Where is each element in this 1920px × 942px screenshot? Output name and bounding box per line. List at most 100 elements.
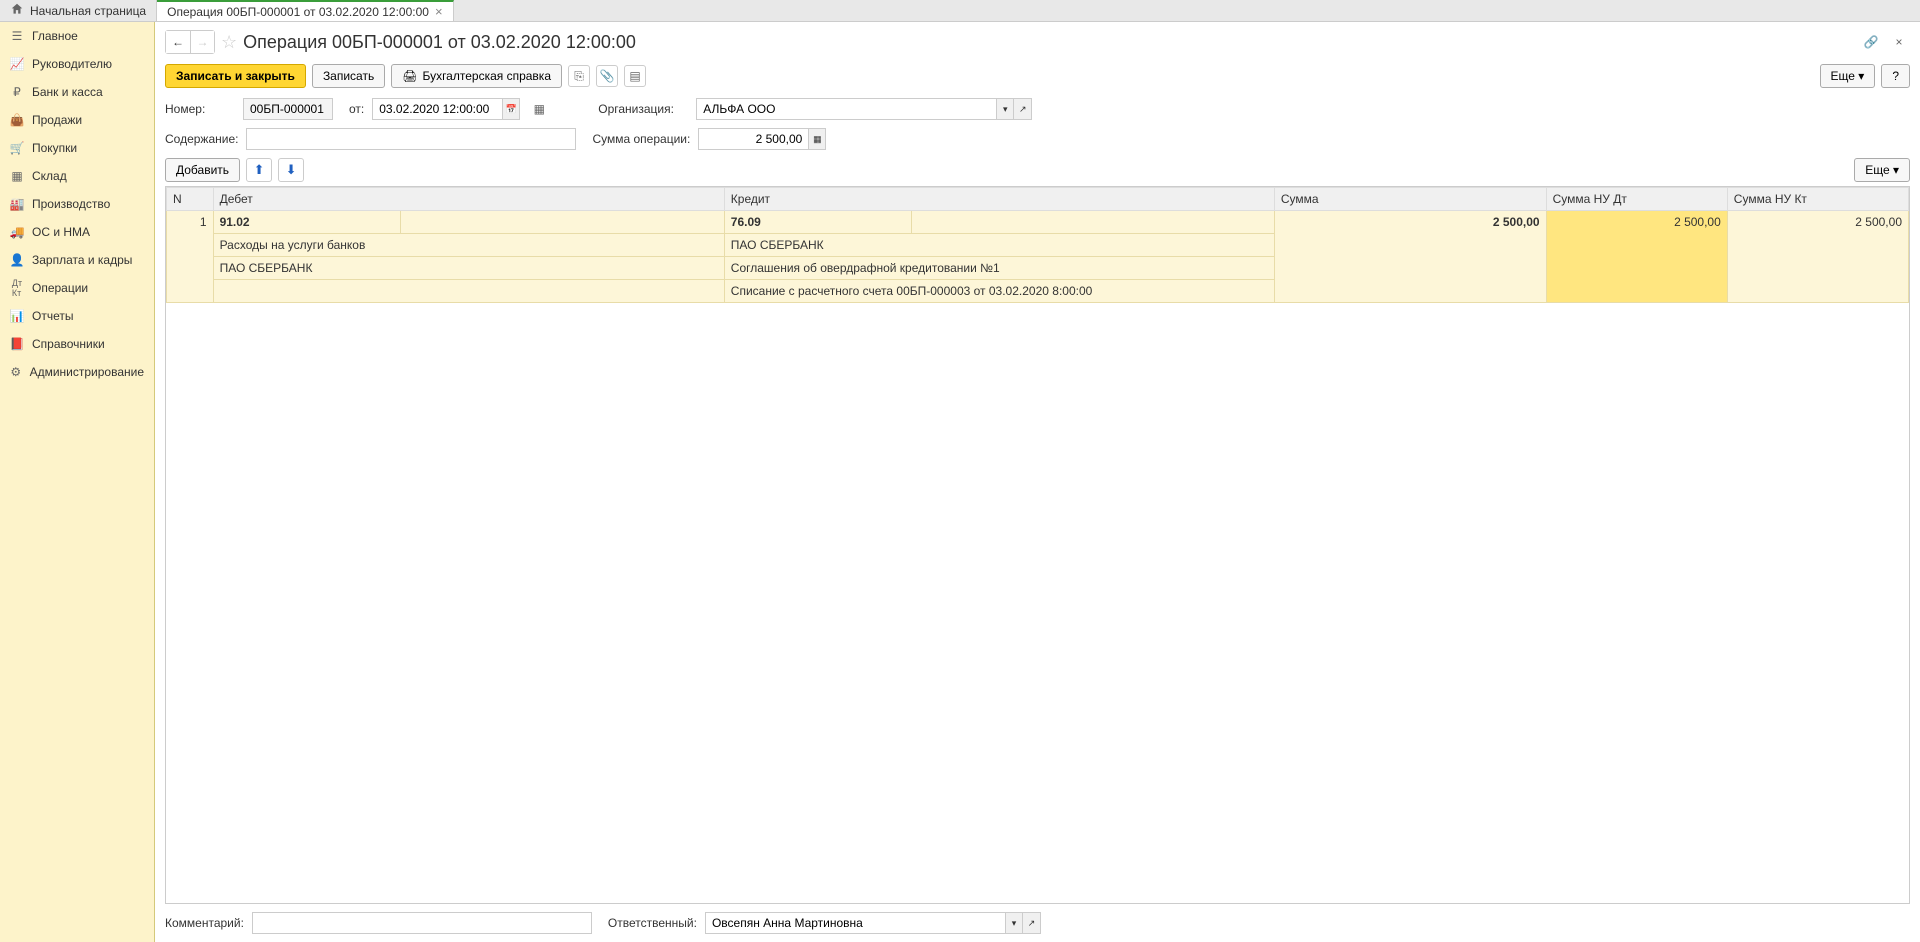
cell-credit-acc[interactable]: 76.09 — [724, 211, 912, 234]
calendar-icon[interactable]: 📅 — [502, 98, 520, 120]
help-button[interactable]: ? — [1881, 64, 1910, 88]
date-extra-icon[interactable]: ▦ — [528, 98, 550, 120]
tab-operation[interactable]: Операция 00БП-000001 от 03.02.2020 12:00… — [157, 0, 453, 21]
open-icon[interactable]: ↗ — [1014, 98, 1032, 120]
sidebar-item-warehouse[interactable]: ▦Склад — [0, 162, 154, 190]
cell-sum-nu-dt[interactable]: 2 500,00 — [1546, 211, 1727, 303]
cell-credit-sub2[interactable]: Соглашения об овердрафной кредитовании №… — [724, 257, 1274, 280]
sidebar-item-assets[interactable]: 🚚 ОС и НМА — [0, 218, 154, 246]
sidebar: ☰ Главное 📈Руководителю ₽Банк и касса 👜 Пр… — [0, 22, 155, 942]
responsible-label: Ответственный: — [608, 916, 697, 930]
print-icon: 🖨 — [402, 69, 417, 83]
content-label: Содержание: — [165, 132, 238, 146]
sidebar-item-hr[interactable]: 👤Зарплата и кадры — [0, 246, 154, 274]
save-button[interactable]: Записать — [312, 64, 385, 88]
col-sum[interactable]: Сумма — [1274, 188, 1546, 211]
sidebar-item-manager[interactable]: 📈Руководителю — [0, 50, 154, 78]
sidebar-label: Продажи — [32, 113, 82, 127]
sum-label: Сумма операции: — [592, 132, 690, 146]
sidebar-item-reports[interactable]: 📊Отчеты — [0, 302, 154, 330]
sidebar-label: Банк и касса — [32, 85, 103, 99]
home-icon — [10, 2, 24, 19]
sidebar-item-main[interactable]: ☰ Главное — [0, 22, 154, 50]
book-icon: 📕 — [10, 337, 24, 351]
open-icon[interactable]: ↗ — [1023, 912, 1041, 934]
date-field[interactable] — [372, 98, 502, 120]
col-sum-nu-dt[interactable]: Сумма НУ Дт — [1546, 188, 1727, 211]
col-credit[interactable]: Кредит — [724, 188, 1274, 211]
from-label: от: — [349, 102, 364, 116]
close-panel-icon[interactable]: × — [1888, 31, 1910, 53]
sidebar-item-bank[interactable]: ₽Банк и касса — [0, 78, 154, 106]
number-label: Номер: — [165, 102, 235, 116]
menu-icon: ☰ — [10, 29, 24, 43]
register-icon[interactable]: ⎘ — [568, 65, 590, 87]
close-icon[interactable]: × — [435, 4, 443, 19]
comment-field[interactable] — [252, 912, 592, 934]
sidebar-label: Операции — [32, 281, 88, 295]
move-down-icon[interactable]: ⬇ — [278, 158, 304, 182]
cell-debit-sub2[interactable]: ПАО СБЕРБАНК — [213, 257, 724, 280]
responsible-field[interactable] — [705, 912, 1005, 934]
tab-label: Начальная страница — [30, 4, 146, 18]
sidebar-item-operations[interactable]: ДтКтОперации — [0, 274, 154, 302]
sum-field[interactable] — [698, 128, 808, 150]
list-icon[interactable]: ▤ — [624, 65, 646, 87]
link-icon[interactable]: 🔗 — [1860, 31, 1882, 53]
truck-icon: 🚚 — [10, 225, 24, 239]
tab-bar: Начальная страница Операция 00БП-000001 … — [0, 0, 1920, 22]
sidebar-label: ОС и НМА — [32, 225, 90, 239]
cell-debit-sub1[interactable]: Расходы на услуги банков — [213, 234, 724, 257]
tab-home[interactable]: Начальная страница — [0, 0, 157, 21]
comment-label: Комментарий: — [165, 916, 244, 930]
chart-icon: 📈 — [10, 57, 24, 71]
number-field[interactable] — [243, 98, 333, 120]
nav-forward-button[interactable]: → — [190, 31, 214, 53]
cell-debit-acc[interactable]: 91.02 — [213, 211, 401, 234]
more-button[interactable]: Еще ▾ — [1820, 64, 1876, 88]
cell-sum[interactable]: 2 500,00 — [1274, 211, 1546, 303]
cell-debit-sub3[interactable] — [213, 280, 724, 303]
content-field[interactable] — [246, 128, 576, 150]
sidebar-item-refs[interactable]: 📕 Справочники — [0, 330, 154, 358]
sidebar-label: Склад — [32, 169, 67, 183]
col-sum-nu-kt[interactable]: Сумма НУ Кт — [1727, 188, 1908, 211]
calc-icon[interactable]: ▦ — [808, 128, 826, 150]
dropdown-icon[interactable]: ▾ — [1005, 912, 1023, 934]
acc-reference-button[interactable]: 🖨 Бухгалтерская справка — [391, 64, 562, 88]
entries-grid[interactable]: N Дебет Кредит Сумма Сумма НУ Дт Сумма Н… — [165, 186, 1910, 904]
sidebar-label: Покупки — [32, 141, 77, 155]
org-field[interactable] — [696, 98, 996, 120]
attach-icon[interactable]: 📎 — [596, 65, 618, 87]
cell-credit-ext[interactable] — [912, 211, 1274, 234]
table-more-button[interactable]: Еще ▾ — [1854, 158, 1910, 182]
nav-back-button[interactable]: ← — [166, 31, 190, 53]
add-row-button[interactable]: Добавить — [165, 158, 240, 182]
sidebar-item-sales[interactable]: 👜 Продажи — [0, 106, 154, 134]
sidebar-item-purchases[interactable]: 🛒 Покупки — [0, 134, 154, 162]
table-row[interactable]: 1 91.02 76.09 2 500,00 2 500,00 2 500,00 — [167, 211, 1909, 234]
favorite-icon[interactable]: ☆ — [221, 32, 237, 53]
move-up-icon[interactable]: ⬆ — [246, 158, 272, 182]
col-n[interactable]: N — [167, 188, 214, 211]
dropdown-icon[interactable]: ▾ — [996, 98, 1014, 120]
bag-icon: 👜 — [10, 113, 24, 127]
bars-icon: 📊 — [10, 309, 24, 323]
sidebar-item-production[interactable]: 🏭 Производство — [0, 190, 154, 218]
sidebar-label: Справочники — [32, 337, 105, 351]
cell-sum-nu-kt[interactable]: 2 500,00 — [1727, 211, 1908, 303]
person-icon: 👤 — [10, 253, 24, 267]
sidebar-label: Главное — [32, 29, 78, 43]
save-close-button[interactable]: Записать и закрыть — [165, 64, 306, 88]
acc-ref-label: Бухгалтерская справка — [422, 69, 551, 83]
cart-icon: 🛒 — [10, 141, 24, 155]
col-debit[interactable]: Дебет — [213, 188, 724, 211]
factory-icon: 🏭 — [10, 197, 24, 211]
more-label: Еще — [1831, 69, 1855, 83]
sidebar-label: Производство — [32, 197, 110, 211]
cell-credit-sub3[interactable]: Списание с расчетного счета 00БП-000003 … — [724, 280, 1274, 303]
cell-credit-sub1[interactable]: ПАО СБЕРБАНК — [724, 234, 1274, 257]
sidebar-item-admin[interactable]: ⚙Администрирование — [0, 358, 154, 386]
cell-debit-ext[interactable] — [401, 211, 725, 234]
page-title: Операция 00БП-000001 от 03.02.2020 12:00… — [243, 32, 636, 53]
